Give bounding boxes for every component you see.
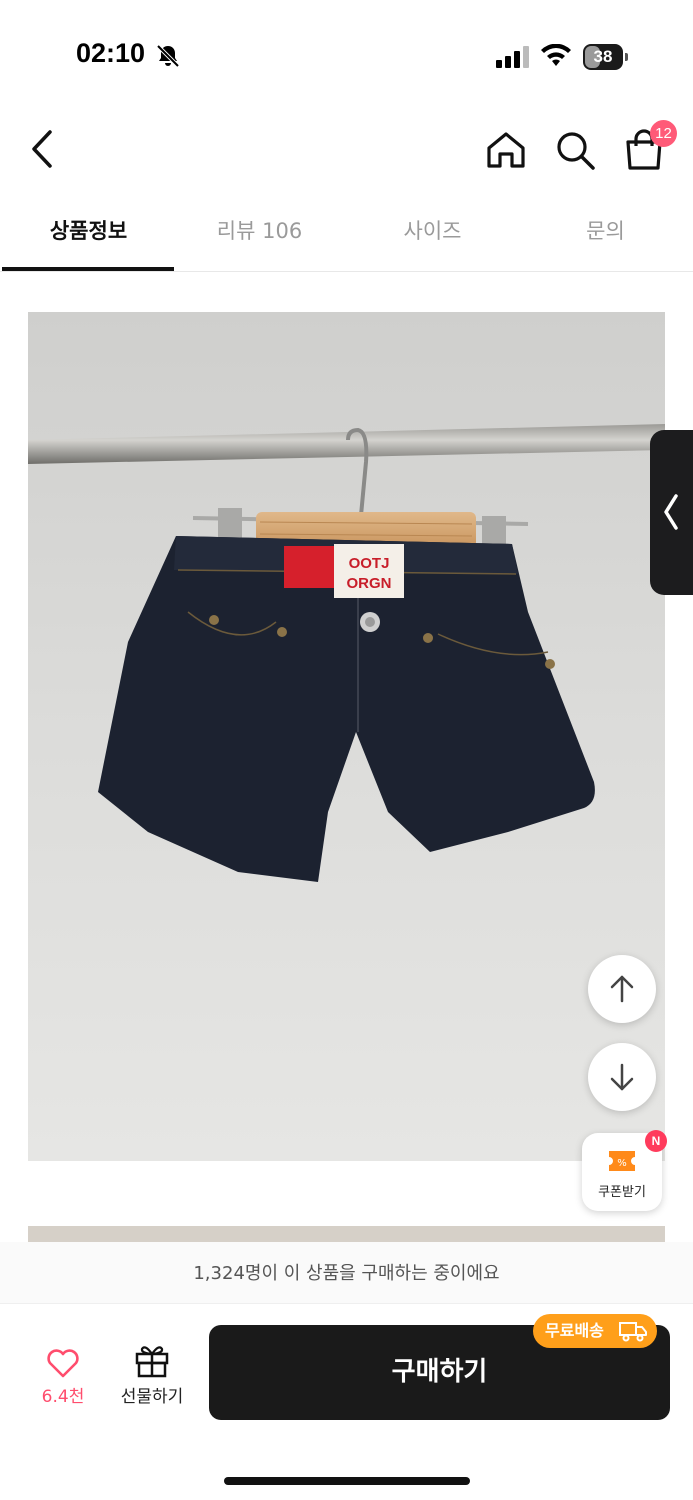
gift-button[interactable]: 선물하기 xyxy=(112,1340,192,1410)
denim-shorts-photo: OOTJ ORGN xyxy=(28,312,665,1161)
home-button[interactable] xyxy=(484,128,528,172)
back-button[interactable] xyxy=(22,124,66,174)
delivery-truck-icon xyxy=(619,1322,647,1342)
scroll-to-top-button[interactable] xyxy=(588,955,656,1023)
status-bar: 02:10 38 xyxy=(0,0,693,110)
chevron-left-icon xyxy=(664,494,678,530)
side-drawer-handle[interactable] xyxy=(650,430,693,595)
active-tab-indicator xyxy=(2,267,174,271)
tab-size[interactable]: 사이즈 xyxy=(346,200,519,272)
cart-count-badge: 12 xyxy=(650,120,677,147)
battery-icon: 38 xyxy=(583,44,629,70)
gift-label: 선물하기 xyxy=(120,1387,184,1407)
garment-label-line1: OOTJ xyxy=(349,555,390,572)
buyers-count-banner: 1,324명이 이 상품을 구매하는 중이에요 xyxy=(0,1242,693,1304)
home-indicator xyxy=(224,1477,470,1485)
coupon-label: 쿠폰받기 xyxy=(598,1185,646,1200)
status-time: 02:10 xyxy=(76,38,146,68)
tab-inquiry[interactable]: 문의 xyxy=(519,200,692,272)
arrow-down-icon xyxy=(610,1063,634,1091)
garment-label-line2: ORGN xyxy=(347,575,392,592)
tab-reviews[interactable]: 리뷰 106 xyxy=(173,200,346,272)
search-button[interactable] xyxy=(553,128,597,172)
top-navigation xyxy=(0,110,693,190)
product-tabs: 상품정보 리뷰 106 사이즈 문의 xyxy=(0,200,693,272)
coupon-new-badge: N xyxy=(645,1130,667,1152)
tab-product-info[interactable]: 상품정보 xyxy=(2,200,175,272)
like-button[interactable]: 6.4천 xyxy=(28,1340,98,1410)
next-product-image xyxy=(28,1226,665,1242)
battery-level: 38 xyxy=(593,47,613,66)
gift-icon xyxy=(135,1346,169,1378)
free-shipping-label: 무료배송 xyxy=(545,1321,604,1340)
scroll-to-bottom-button[interactable] xyxy=(588,1043,656,1111)
bell-off-icon xyxy=(156,44,180,68)
arrow-up-icon xyxy=(610,975,634,1003)
heart-icon xyxy=(47,1349,79,1378)
wifi-icon xyxy=(541,44,571,66)
svg-text:%: % xyxy=(617,1158,627,1169)
like-count: 6.4천 xyxy=(41,1387,85,1407)
cellular-signal-icon xyxy=(496,46,529,68)
product-image[interactable]: OOTJ ORGN xyxy=(28,312,665,1161)
